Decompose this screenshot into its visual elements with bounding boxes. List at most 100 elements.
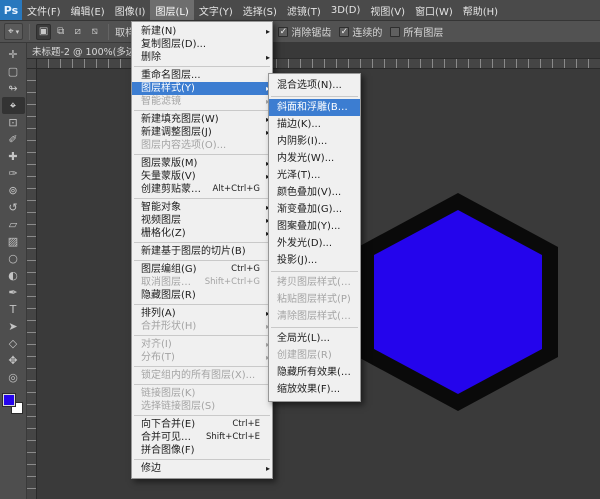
layer-menu-item[interactable]: 重命名图层... [132,69,272,82]
layer-menu-item[interactable]: 修边▸ [132,462,272,475]
hand-tool[interactable]: ✥ [2,352,25,369]
history-brush-tool[interactable]: ↺ [2,199,25,216]
foreground-color-swatch[interactable] [3,394,15,406]
horizontal-ruler[interactable] [37,59,600,69]
layer-style-item[interactable]: 缩放效果(F)... [269,381,360,398]
layer-menu-item[interactable]: 图层蒙版(M)▸ [132,157,272,170]
menu-item-label: 拼合图像(F) [141,444,195,457]
menu-item-label: 图案叠加(Y)... [277,218,340,235]
menu-item-shortcut: Alt+Ctrl+G [207,183,260,196]
menubar-item[interactable]: 窗口(W) [410,0,458,20]
menubar-item[interactable]: 选择(S) [238,0,282,20]
magic-wand-tool[interactable]: ⌖ [2,97,25,114]
options-checkbox[interactable]: ✓消除锯齿 [278,24,331,39]
marquee-tool[interactable]: ▢ [2,63,25,80]
layer-menu-item[interactable]: 拼合图像(F) [132,444,272,457]
menu-separator [134,335,270,336]
intersect-selection-icon[interactable]: ⧅ [87,24,102,40]
layer-menu-item[interactable]: 隐藏图层(R) [132,289,272,302]
path-selection-tool[interactable]: ➤ [2,318,25,335]
menu-item-label: 描边(K)... [277,116,321,133]
zoom-tool[interactable]: ◎ [2,369,25,386]
layer-menu-item[interactable]: 图层编组(G)Ctrl+G [132,263,272,276]
menubar-item[interactable]: 滤镜(T) [282,0,326,20]
menu-item-label: 选择链接图层(S) [141,400,215,413]
layer-menu-item[interactable]: 复制图层(D)... [132,38,272,51]
layer-menu-item[interactable]: 排列(A)▸ [132,307,272,320]
menu-item-label: 复制图层(D)... [141,38,206,51]
layer-menu-item[interactable]: 新建调整图层(J)▸ [132,126,272,139]
layer-style-item[interactable]: 内发光(W)... [269,150,360,167]
layer-style-item[interactable]: 内阴影(I)... [269,133,360,150]
layer-menu-item[interactable]: 删除▸ [132,51,272,64]
layer-style-item[interactable]: 外发光(D)... [269,235,360,252]
menu-item-label: 图层蒙版(M) [141,157,197,170]
lasso-tool[interactable]: ↬ [2,80,25,97]
gradient-tool[interactable]: ▨ [2,233,25,250]
layer-menu-item[interactable]: 栅格化(Z)▸ [132,227,272,240]
shape-tool[interactable]: ◇ [2,335,25,352]
tool-preset-picker[interactable]: ⌖ ▾ [4,23,23,40]
layer-menu-item[interactable]: 合并可见图层(V)Shift+Ctrl+E [132,431,272,444]
new-selection-icon[interactable]: ▣ [36,24,51,40]
menu-item-label: 隐藏所有效果(H) [277,364,351,381]
pen-tool[interactable]: ✒ [2,284,25,301]
layer-menu-item[interactable]: 新建(N)▸ [132,25,272,38]
menubar-item[interactable]: 文字(Y) [194,0,238,20]
dodge-tool[interactable]: ◐ [2,267,25,284]
layer-menu-item[interactable]: 图层样式(Y)▸ [132,82,272,95]
menubar-item[interactable]: 3D(D) [326,0,366,20]
layer-menu-item[interactable]: 向下合并(E)Ctrl+E [132,418,272,431]
add-selection-icon[interactable]: ⧉ [53,24,68,40]
layer-menu-item[interactable]: 矢量蒙版(V)▸ [132,170,272,183]
polygon-layer[interactable] [358,193,558,411]
color-swatches[interactable] [3,394,23,414]
menubar-item[interactable]: 帮助(H) [458,0,503,20]
menu-item-label: 清除图层样式(A) [277,308,351,325]
options-checkbox[interactable]: 所有图层 [390,24,443,39]
submenu-arrow-icon: ▸ [266,51,270,64]
layer-style-item[interactable]: 描边(K)... [269,116,360,133]
menubar-item[interactable]: 视图(V) [365,0,410,20]
menubar-item[interactable]: 图层(L) [150,0,193,20]
eraser-tool[interactable]: ▱ [2,216,25,233]
eyedropper-tool[interactable]: ✐ [2,131,25,148]
options-bar: ⌖ ▾ ▣⧉⧄⧅ 取样大小: 取样点 ▾ 容差: 32 ✓消除锯齿✓连续的所有图… [0,21,600,43]
menu-item-label: 混合选项(N)... [277,77,342,94]
layer-style-item[interactable]: 渐变叠加(G)... [269,201,360,218]
move-tool[interactable]: ✛ [2,46,25,63]
blur-tool[interactable]: ○ [2,250,25,267]
layer-menu-item[interactable]: 创建剪贴蒙版(C)Alt+Ctrl+G [132,183,272,196]
menu-item-label: 创建剪贴蒙版(C) [141,183,207,196]
layer-menu-item[interactable]: 智能对象▸ [132,201,272,214]
layer-style-item[interactable]: 光泽(T)... [269,167,360,184]
menu-item-shortcut: Ctrl+G [225,263,260,276]
menu-item-label: 取消图层编组(U) [141,276,199,289]
layer-style-item[interactable]: 斜面和浮雕(B)... [269,99,360,116]
options-checkbox[interactable]: ✓连续的 [339,24,382,39]
layer-menu-item[interactable]: 视频图层▸ [132,214,272,227]
menubar-item[interactable]: 编辑(E) [66,0,110,20]
menubar-item[interactable]: 文件(F) [22,0,66,20]
layer-style-item[interactable]: 颜色叠加(V)... [269,184,360,201]
menu-item-label: 栅格化(Z) [141,227,186,240]
layer-style-item[interactable]: 图案叠加(Y)... [269,218,360,235]
menu-item-shortcut: Shift+Ctrl+E [200,431,260,444]
healing-brush-tool[interactable]: ✚ [2,148,25,165]
subtract-selection-icon[interactable]: ⧄ [70,24,85,40]
vertical-ruler[interactable] [27,69,37,499]
menubar-item[interactable]: 图像(I) [110,0,151,20]
layer-style-item[interactable]: 全局光(L)... [269,330,360,347]
crop-tool[interactable]: ⊡ [2,114,25,131]
options-checkbox-group: ✓消除锯齿 ✓连续的所有图层 [278,24,443,39]
layer-style-item[interactable]: 隐藏所有效果(H) [269,364,360,381]
clone-stamp-tool[interactable]: ⊚ [2,182,25,199]
layer-style-item[interactable]: 混合选项(N)... [269,77,360,94]
menu-item-label: 合并形状(H) [141,320,196,333]
brush-tool[interactable]: ✑ [2,165,25,182]
type-tool[interactable]: T [2,301,25,318]
layer-menu-item: 图层内容选项(O)... [132,139,272,152]
layer-menu-item[interactable]: 新建基于图层的切片(B) [132,245,272,258]
layer-style-item[interactable]: 投影(J)... [269,252,360,269]
layer-menu-item[interactable]: 新建填充图层(W)▸ [132,113,272,126]
